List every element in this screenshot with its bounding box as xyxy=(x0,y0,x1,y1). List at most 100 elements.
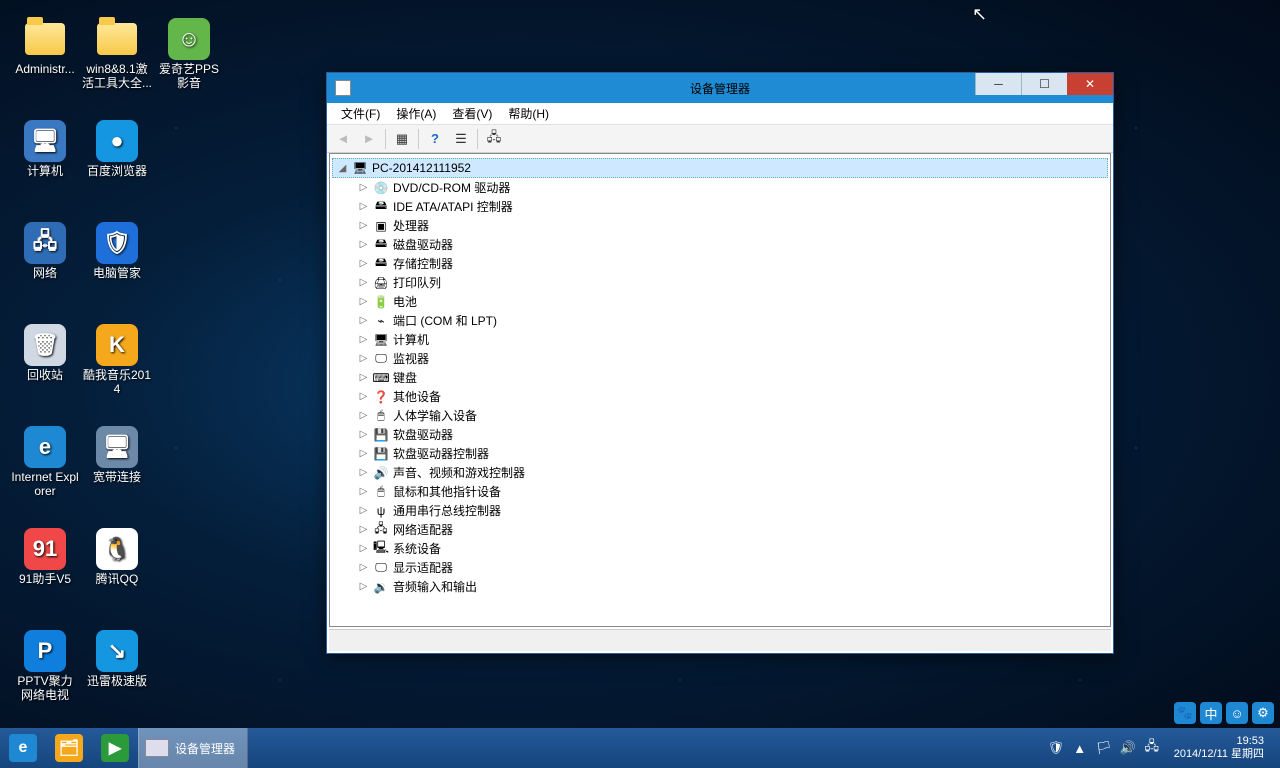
expand-icon[interactable]: ▷ xyxy=(358,239,369,250)
tree-item[interactable]: ▷🖴存储控制器 xyxy=(354,254,1108,273)
category-icon: 🖳 xyxy=(373,541,389,557)
menu-item-3[interactable]: 帮助(H) xyxy=(500,105,557,122)
desktop-icon-0[interactable]: Administr... xyxy=(10,18,80,76)
expand-icon[interactable]: ▷ xyxy=(358,277,369,288)
tree-item[interactable]: ▷🔋电池 xyxy=(354,292,1108,311)
app-icon: P xyxy=(24,630,66,672)
tree-item[interactable]: ▷❓其他设备 xyxy=(354,387,1108,406)
tree-item[interactable]: ▷🖴IDE ATA/ATAPI 控制器 xyxy=(354,197,1108,216)
taskbar: e🗂 ▶ 设备管理器 🛡 ▲ 🏳 🔊 🖧 19:53 2014/12/11 星期四 xyxy=(0,728,1280,768)
app-icon: 🐧 xyxy=(96,528,138,570)
desktop-icon-13[interactable]: PPPTV聚力 网络电视 xyxy=(10,630,80,702)
expand-icon[interactable]: ▷ xyxy=(358,334,369,345)
tray-icon-2[interactable]: 🏳 xyxy=(1096,740,1112,756)
expand-icon[interactable]: ▷ xyxy=(358,391,369,402)
tree-item-label: 其他设备 xyxy=(393,388,441,405)
tray-icon-4[interactable]: 🖧 xyxy=(1144,740,1160,756)
tray-icon-1[interactable]: ▲ xyxy=(1072,740,1088,756)
category-icon: 💾 xyxy=(373,446,389,462)
expand-icon[interactable]: ▷ xyxy=(358,258,369,269)
tree-item[interactable]: ▷⌨键盘 xyxy=(354,368,1108,387)
maximize-button[interactable]: ☐ xyxy=(1021,73,1067,95)
tree-item[interactable]: ▷🖨打印队列 xyxy=(354,273,1108,292)
desktop-icon-8[interactable]: K酷我音乐2014 xyxy=(82,324,152,396)
tree-item[interactable]: ▷🖱人体学输入设备 xyxy=(354,406,1108,425)
desktop-icon-4[interactable]: ●百度浏览器 xyxy=(82,120,152,178)
desktop-icon-2[interactable]: ☺爱奇艺PPS影音 xyxy=(154,18,224,90)
tree-item[interactable]: ▷🖱鼠标和其他指针设备 xyxy=(354,482,1108,501)
expand-icon[interactable]: ▷ xyxy=(358,296,369,307)
tree-root[interactable]: ◢ 🖥 PC-201412111952 xyxy=(332,158,1108,178)
expand-icon[interactable]: ▷ xyxy=(358,429,369,440)
category-icon: 🖥 xyxy=(373,332,389,348)
clock[interactable]: 19:53 2014/12/11 星期四 xyxy=(1168,735,1270,761)
expand-icon[interactable]: ▷ xyxy=(358,543,369,554)
expand-icon[interactable]: ▷ xyxy=(358,467,369,478)
tree-item[interactable]: ▷🖳系统设备 xyxy=(354,539,1108,558)
tray-icon-0[interactable]: 🛡 xyxy=(1048,740,1064,756)
tree-item[interactable]: ▷🖴磁盘驱动器 xyxy=(354,235,1108,254)
explorer-icon[interactable]: 🗂 xyxy=(46,728,92,768)
tree-item[interactable]: ▷🖥计算机 xyxy=(354,330,1108,349)
desktop-icon-11[interactable]: 9191助手V5 xyxy=(10,528,80,586)
expand-icon[interactable]: ▷ xyxy=(358,201,369,212)
menu-item-1[interactable]: 操作(A) xyxy=(388,105,444,122)
tree-item[interactable]: ▷🔉音频输入和输出 xyxy=(354,577,1108,596)
expand-icon[interactable]: ▷ xyxy=(358,220,369,231)
tree-item[interactable]: ▷▣处理器 xyxy=(354,216,1108,235)
tree-item[interactable]: ▷💿DVD/CD-ROM 驱动器 xyxy=(354,178,1108,197)
nav-forward-button[interactable]: ► xyxy=(357,128,381,150)
desktop-icon-5[interactable]: 🖧网络 xyxy=(10,222,80,280)
tree-item[interactable]: ▷🔊声音、视频和游戏控制器 xyxy=(354,463,1108,482)
tree-item[interactable]: ▷🖵监视器 xyxy=(354,349,1108,368)
desktop-icon-9[interactable]: eInternet Explorer xyxy=(10,426,80,498)
ime-badge-2[interactable]: ☺ xyxy=(1226,702,1248,724)
desktop-icon-6[interactable]: 🛡电脑管家 xyxy=(82,222,152,280)
tray-icon-3[interactable]: 🔊 xyxy=(1120,740,1136,756)
close-button[interactable]: ✕ xyxy=(1067,73,1113,95)
desktop-icon-7[interactable]: 🗑回收站 xyxy=(10,324,80,382)
ime-badge-1[interactable]: 中 xyxy=(1200,702,1222,724)
pinned-app-icon: ▶ xyxy=(101,734,129,762)
menu-item-2[interactable]: 查看(V) xyxy=(444,105,500,122)
properties-button[interactable]: ▦ xyxy=(390,128,414,150)
expand-icon[interactable]: ▷ xyxy=(358,505,369,516)
nav-back-button[interactable]: ◄ xyxy=(331,128,355,150)
tree-item[interactable]: ▷ψ通用串行总线控制器 xyxy=(354,501,1108,520)
expand-icon[interactable]: ▷ xyxy=(358,372,369,383)
desktop-icon-3[interactable]: 🖥计算机 xyxy=(10,120,80,178)
desktop-icon-1[interactable]: win8&8.1激活工具大全... xyxy=(82,18,152,90)
scan-button[interactable]: 🖧 xyxy=(482,128,506,150)
tree-item[interactable]: ▷🖵显示适配器 xyxy=(354,558,1108,577)
ie-icon[interactable]: e xyxy=(0,728,46,768)
statusbar xyxy=(329,629,1111,651)
device-tree[interactable]: ◢ 🖥 PC-201412111952 ▷💿DVD/CD-ROM 驱动器▷🖴ID… xyxy=(329,153,1111,627)
expand-icon[interactable]: ▷ xyxy=(358,448,369,459)
expand-icon[interactable]: ▷ xyxy=(358,182,369,193)
tree-item[interactable]: ▷💾软盘驱动器控制器 xyxy=(354,444,1108,463)
desktop-icon-12[interactable]: 🐧腾讯QQ xyxy=(82,528,152,586)
tree-item[interactable]: ▷⌁端口 (COM 和 LPT) xyxy=(354,311,1108,330)
collapse-icon[interactable]: ◢ xyxy=(337,163,348,174)
desktop-icon-14[interactable]: ↘迅雷极速版 xyxy=(82,630,152,688)
ime-badge-0[interactable]: 🐾 xyxy=(1174,702,1196,724)
menu-item-0[interactable]: 文件(F) xyxy=(333,105,388,122)
ime-badge-3[interactable]: ⚙ xyxy=(1252,702,1274,724)
category-icon: ψ xyxy=(373,503,389,519)
minimize-button[interactable]: ─ xyxy=(975,73,1021,95)
tree-item[interactable]: ▷💾软盘驱动器 xyxy=(354,425,1108,444)
iqiyi-icon[interactable]: ▶ xyxy=(92,728,138,768)
expand-icon[interactable]: ▷ xyxy=(358,315,369,326)
expand-icon[interactable]: ▷ xyxy=(358,486,369,497)
expand-icon[interactable]: ▷ xyxy=(358,562,369,573)
titlebar[interactable]: 设备管理器 ─ ☐ ✕ xyxy=(327,73,1113,103)
expand-icon[interactable]: ▷ xyxy=(358,410,369,421)
help-button[interactable]: ? xyxy=(423,128,447,150)
desktop-icon-10[interactable]: 🖥宽带连接 xyxy=(82,426,152,484)
action-button[interactable]: ☰ xyxy=(449,128,473,150)
expand-icon[interactable]: ▷ xyxy=(358,581,369,592)
expand-icon[interactable]: ▷ xyxy=(358,353,369,364)
taskbar-task-device-manager[interactable]: 设备管理器 xyxy=(138,728,248,768)
tree-item[interactable]: ▷🖧网络适配器 xyxy=(354,520,1108,539)
expand-icon[interactable]: ▷ xyxy=(358,524,369,535)
